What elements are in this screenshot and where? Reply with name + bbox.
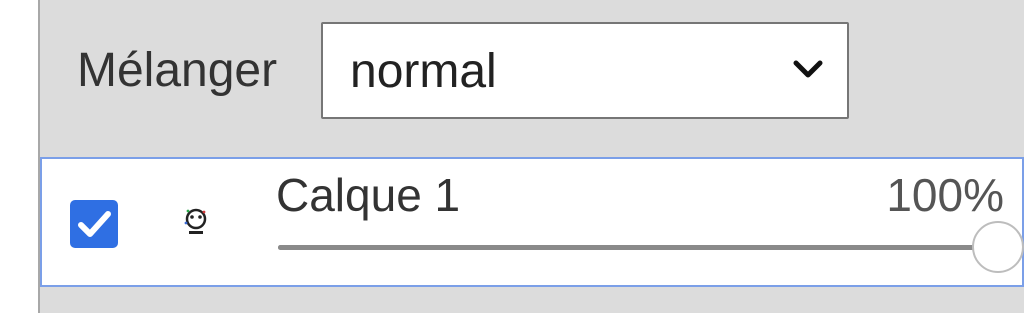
checkmark-icon — [78, 211, 111, 237]
opacity-slider-fill — [278, 245, 998, 250]
blend-mode-select[interactable]: normal — [321, 22, 849, 119]
layer-opacity-value: 100% — [886, 169, 1004, 221]
layer-name: Calque 1 — [276, 169, 461, 221]
opacity-slider-thumb[interactable] — [972, 221, 1024, 273]
layer-row[interactable]: Calque 1 100% — [40, 157, 1024, 287]
blend-mode-label: Mélanger — [77, 44, 278, 97]
left-margin — [0, 0, 38, 313]
blend-mode-value: normal — [350, 45, 497, 98]
layer-visibility-checkbox[interactable] — [70, 200, 118, 248]
layer-thumbnail-icon — [178, 203, 214, 243]
chevron-down-icon — [793, 60, 823, 78]
opacity-slider-track[interactable] — [278, 245, 998, 250]
